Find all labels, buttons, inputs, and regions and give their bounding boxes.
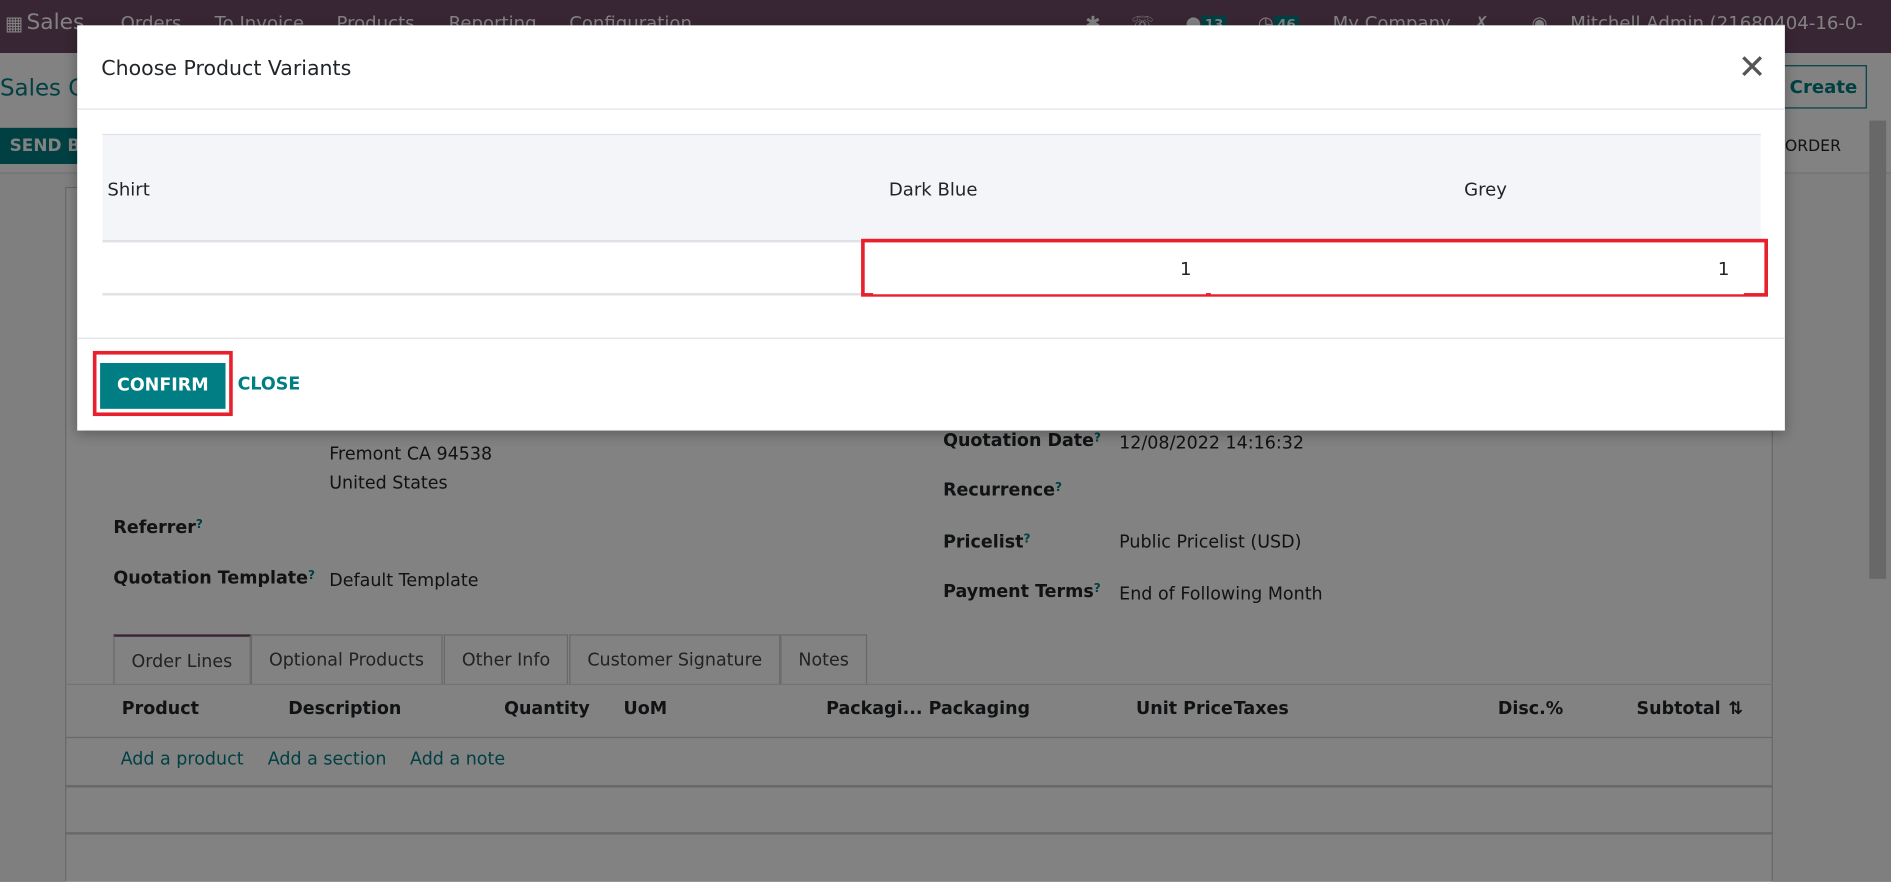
close-icon[interactable]: ✕ [1738,47,1766,87]
grey-qty-input[interactable]: 1 [1210,246,1744,295]
dark-blue-qty-input[interactable]: 1 [873,246,1206,295]
variants-header: Shirt Dark Blue Grey [102,133,1761,243]
choose-variants-dialog: Choose Product Variants ✕ Shirt Dark Blu… [77,25,1785,431]
variant-dark-blue-label: Dark Blue [888,178,978,201]
confirm-button[interactable]: CONFIRM [100,363,226,409]
dialog-title: Choose Product Variants [101,56,352,81]
variant-grey-label: Grey [1464,178,1507,201]
close-button[interactable]: CLOSE [238,375,301,394]
product-name: Shirt [107,178,150,201]
